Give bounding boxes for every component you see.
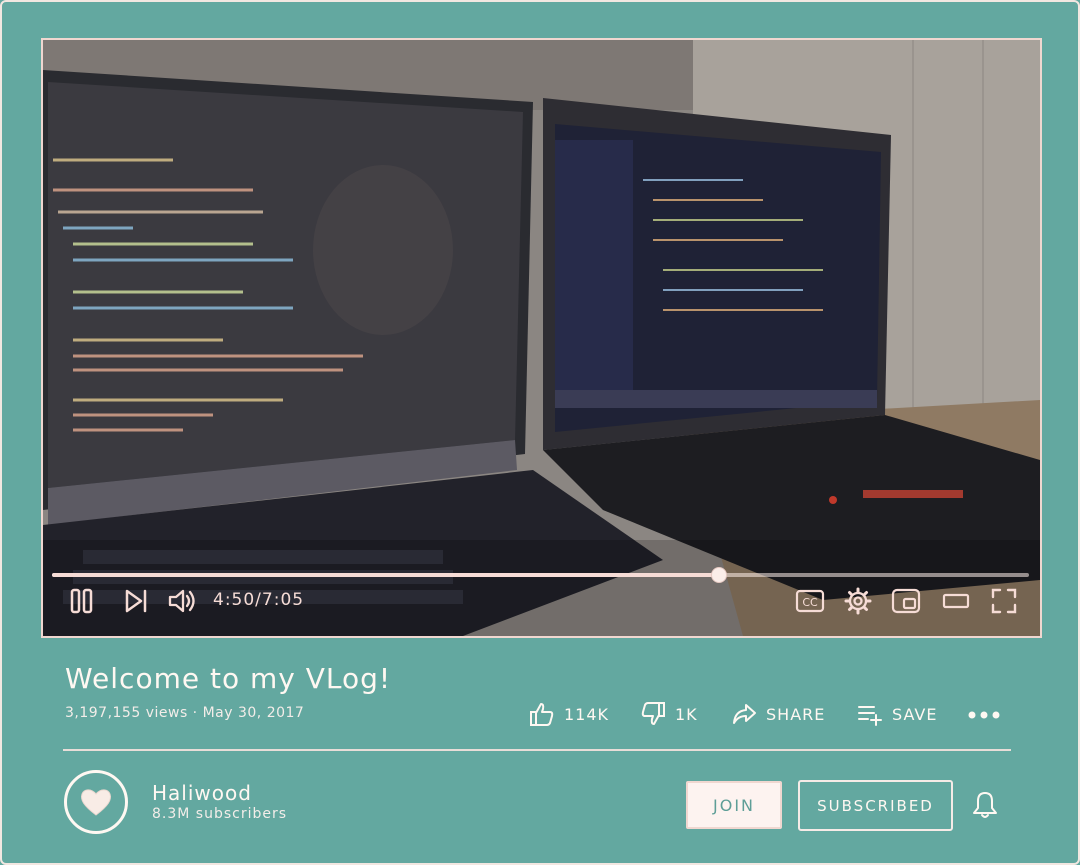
gear-icon [844,587,872,615]
thumbs-down-icon [641,702,665,725]
miniplayer-button[interactable] [891,586,921,616]
more-button[interactable] [966,700,1002,728]
video-card: 4:50/7:05 CC Welcome to my VLog! 3,197,1… [0,0,1080,865]
video-meta: 3,197,155 views · May 30, 2017 [65,705,305,721]
progress-bar[interactable] [52,567,1029,583]
playlist-add-icon [858,706,882,726]
theater-mode-button[interactable] [941,586,971,616]
divider [63,749,1011,751]
video-title: Welcome to my VLog! [65,662,392,695]
channel-avatar[interactable] [64,770,128,834]
time-display: 4:50/7:05 [213,590,305,610]
captions-button[interactable]: CC [795,586,825,616]
settings-button[interactable] [843,586,873,616]
next-button[interactable] [121,586,151,616]
bell-icon [973,792,997,818]
progress-fill [52,573,719,577]
share-button[interactable]: SHARE [730,700,825,728]
dislike-count: 1K [675,704,698,724]
miniplayer-icon [891,588,921,614]
fullscreen-icon [991,588,1017,614]
video-frame [43,40,1040,636]
save-button[interactable]: SAVE [856,700,937,728]
subscribed-button[interactable]: SUBSCRIBED [798,780,953,831]
like-count: 114K [564,704,610,724]
next-icon [125,589,147,613]
heart-icon [81,789,111,816]
notification-bell-button[interactable] [971,790,999,820]
captions-icon: CC [795,589,825,613]
theater-icon [942,593,970,609]
volume-button[interactable] [167,586,197,616]
more-icon [968,711,1000,719]
fullscreen-button[interactable] [989,586,1019,616]
pause-icon [70,588,93,614]
share-icon [733,704,756,724]
pause-button[interactable] [67,586,97,616]
subscriber-count: 8.3M subscribers [152,806,288,822]
share-label: SHARE [766,704,826,724]
save-label: SAVE [892,704,938,724]
volume-icon [168,589,195,613]
join-button[interactable]: JOIN [686,781,782,829]
thumbs-up-icon [530,703,554,726]
svg-text:CC: CC [802,596,818,609]
video-player[interactable]: 4:50/7:05 CC [41,38,1042,638]
channel-name[interactable]: Haliwood [152,781,252,805]
like-button[interactable]: 114K [528,700,609,728]
dislike-button[interactable]: 1K [639,700,698,728]
